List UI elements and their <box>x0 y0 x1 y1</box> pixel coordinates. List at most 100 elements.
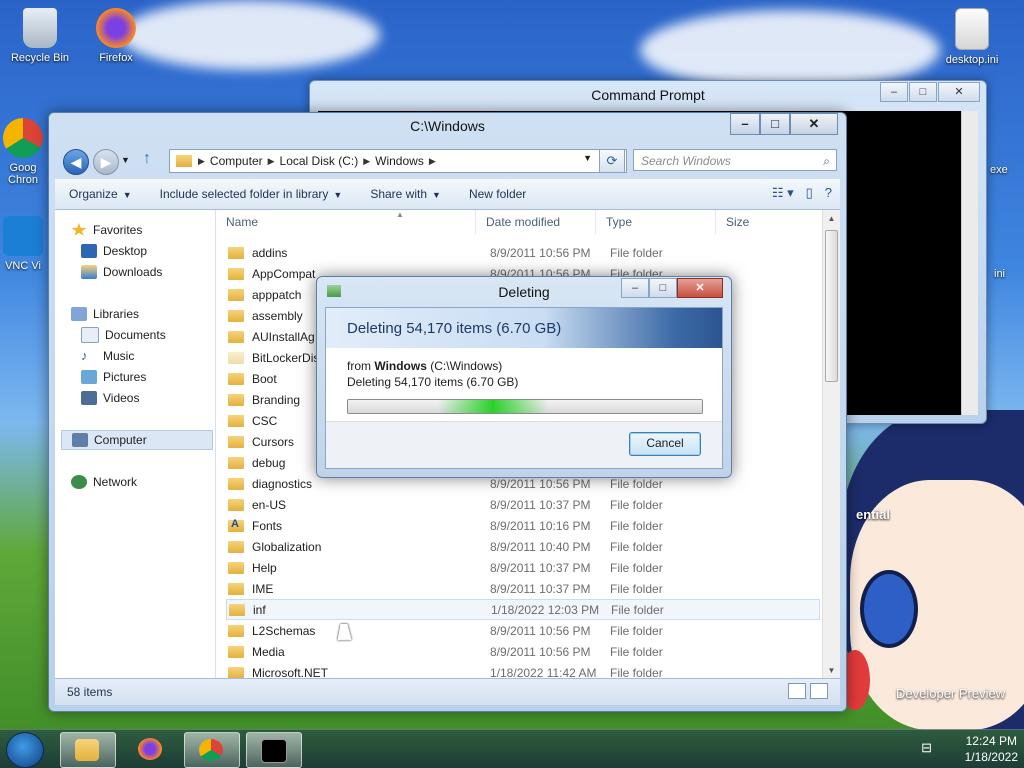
source-folder-link[interactable]: Windows <box>374 359 427 373</box>
clock[interactable]: 12:24 PM 1/18/2022 <box>965 733 1018 765</box>
breadcrumb-computer[interactable]: Computer <box>205 154 268 168</box>
close-button[interactable]: ✕ <box>677 278 723 298</box>
minimize-button[interactable]: – <box>880 82 908 102</box>
refresh-button[interactable]: ⟳ <box>599 149 625 173</box>
address-bar[interactable]: ▶ Computer ▶ Local Disk (C:) ▶ Windows ▶… <box>169 149 627 173</box>
column-name[interactable]: Name <box>216 210 476 234</box>
folder-icon <box>228 582 244 595</box>
search-input[interactable]: Search Windows ⌕ <box>633 149 837 171</box>
folder-icon <box>228 393 244 406</box>
nav-music[interactable]: ♪ Music <box>81 346 134 366</box>
nav-computer[interactable]: Computer <box>61 430 213 450</box>
chevron-right-icon: ▶ <box>428 155 436 166</box>
navigation-pane: Favorites Desktop Downloads Libraries Do… <box>55 210 216 679</box>
column-date-modified[interactable]: Date modified <box>476 210 596 234</box>
folder-icon <box>228 561 244 574</box>
nav-pictures[interactable]: Pictures <box>81 367 146 387</box>
nav-downloads[interactable]: Downloads <box>81 262 162 282</box>
nav-favorites[interactable]: Favorites <box>71 220 142 240</box>
preview-pane-icon[interactable]: ▯ <box>806 185 813 201</box>
table-row[interactable]: addins 8/9/2011 10:56 PM File folder <box>216 242 822 263</box>
deleting-dialog[interactable]: Deleting – □ ✕ Deleting 54,170 items (6.… <box>316 276 732 478</box>
folder-icon <box>228 666 244 679</box>
column-size[interactable]: Size <box>716 210 796 234</box>
chevron-right-icon: ▶ <box>363 155 371 166</box>
minimize-button[interactable]: – <box>730 113 760 135</box>
table-row[interactable]: Media 8/9/2011 10:56 PM File folder <box>216 641 822 662</box>
file-name: addins <box>252 245 288 260</box>
file-type: File folder <box>610 497 663 512</box>
nav-documents[interactable]: Documents <box>81 325 166 345</box>
network-icon <box>71 475 87 489</box>
address-dropdown[interactable]: ▼ <box>583 153 592 163</box>
file-type: File folder <box>610 539 663 554</box>
close-button[interactable]: ✕ <box>938 82 980 102</box>
chevron-right-icon: ▶ <box>267 155 275 166</box>
nav-libraries[interactable]: Libraries <box>71 304 139 324</box>
new-folder-button[interactable]: New folder <box>455 187 540 201</box>
file-type: File folder <box>610 245 663 260</box>
recent-pages-dropdown[interactable]: ▼ <box>121 155 130 165</box>
desktop-label-partial: exe <box>990 164 1008 176</box>
help-icon[interactable]: ? <box>825 185 832 201</box>
search-icon: ⌕ <box>823 154 830 168</box>
include-in-library-menu[interactable]: Include selected folder in library ▼ <box>146 187 357 201</box>
desktop-icon-desktop-ini[interactable]: desktop.ini <box>936 8 1008 66</box>
maximize-button[interactable]: □ <box>760 113 790 135</box>
view-options-icon[interactable]: ☷ ▾ <box>772 185 794 201</box>
start-button[interactable] <box>6 732 44 768</box>
breadcrumb-windows[interactable]: Windows <box>370 154 429 168</box>
details-view-icon[interactable] <box>788 683 806 699</box>
table-row[interactable]: IME 8/9/2011 10:37 PM File folder <box>216 578 822 599</box>
nav-desktop[interactable]: Desktop <box>81 241 147 261</box>
share-with-menu[interactable]: Share with ▼ <box>356 187 455 201</box>
scrollbar[interactable]: ▲ ▼ <box>822 210 840 679</box>
scroll-down-icon[interactable]: ▼ <box>823 666 840 675</box>
desktop-icon-firefox[interactable]: Firefox <box>80 8 152 64</box>
file-name: diagnostics <box>252 476 313 491</box>
chrome-icon <box>3 118 43 158</box>
scroll-up-icon[interactable]: ▲ <box>823 214 840 223</box>
maximize-button[interactable]: □ <box>909 82 937 102</box>
folder-icon <box>228 477 244 490</box>
desktop-icon-label: desktop.ini <box>945 54 999 66</box>
taskbar-firefox[interactable] <box>124 732 178 766</box>
minimize-button[interactable]: – <box>621 278 649 298</box>
wallpaper-character <box>840 410 1024 730</box>
table-row[interactable]: Fonts 8/9/2011 10:16 PM File folder <box>216 515 822 536</box>
cancel-button[interactable]: Cancel <box>629 432 701 456</box>
forward-button[interactable]: ▶ <box>93 149 119 175</box>
table-row[interactable]: en-US 8/9/2011 10:37 PM File folder <box>216 494 822 515</box>
taskbar-explorer[interactable] <box>60 732 116 768</box>
table-row[interactable]: L2Schemas 8/9/2011 10:56 PM File folder <box>216 620 822 641</box>
desktop-icon-chrome[interactable]: Goog Chron <box>0 118 46 186</box>
table-row[interactable]: Globalization 8/9/2011 10:40 PM File folde… <box>216 536 822 557</box>
back-button[interactable]: ◀ <box>63 149 89 175</box>
column-type[interactable]: Type <box>596 210 716 234</box>
folder-icon <box>228 498 244 511</box>
scrollbar[interactable] <box>961 111 978 415</box>
desktop-icon-vnc[interactable]: VNC Vi <box>0 216 46 272</box>
scrollbar-thumb[interactable] <box>825 230 838 382</box>
desktop-icon-recycle-bin[interactable]: Recycle Bin <box>4 8 76 64</box>
nav-videos[interactable]: Videos <box>81 388 139 408</box>
file-name: en-US <box>252 497 287 512</box>
documents-icon <box>81 327 99 343</box>
large-icons-view-icon[interactable] <box>810 683 828 699</box>
maximize-button[interactable]: □ <box>649 278 677 298</box>
nav-network[interactable]: Network <box>71 472 137 492</box>
table-row[interactable]: Help 8/9/2011 10:37 PM File folder <box>216 557 822 578</box>
taskbar: ⊟ 12:24 PM 1/18/2022 <box>0 729 1024 768</box>
close-button[interactable]: ✕ <box>790 113 838 135</box>
breadcrumb-local-disk[interactable]: Local Disk (C:) <box>275 154 364 168</box>
organize-menu[interactable]: Organize ▼ <box>55 187 146 201</box>
desktop-icon <box>81 244 97 258</box>
network-tray-icon[interactable]: ⊟ <box>921 740 932 756</box>
cloud <box>640 10 940 90</box>
taskbar-chrome[interactable] <box>184 732 240 768</box>
table-row[interactable]: inf 1/18/2022 12:03 PM File folder <box>226 599 820 620</box>
taskbar-command-prompt[interactable] <box>246 732 302 768</box>
up-arrow-icon[interactable]: ↑ <box>143 150 151 168</box>
firefox-icon <box>96 8 136 48</box>
computer-icon <box>72 433 88 447</box>
